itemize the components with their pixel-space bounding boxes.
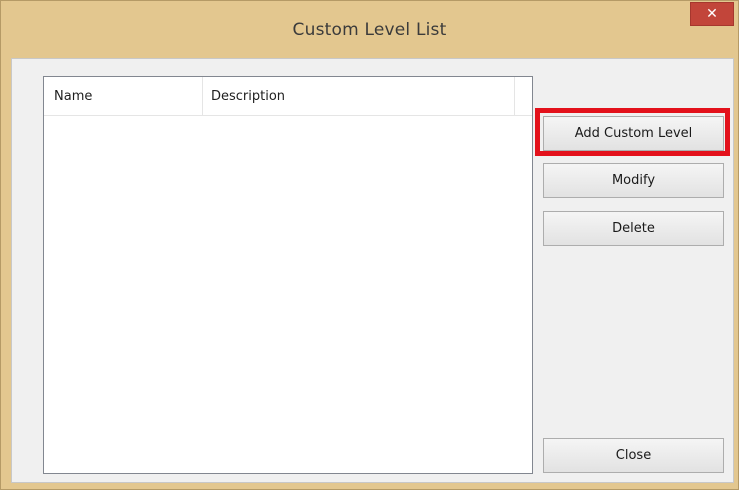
dialog-client-area: Name Description Add Custom Level Modify… [11,58,734,483]
modify-button[interactable]: Modify [543,163,724,198]
column-header-name[interactable]: Name [44,77,203,115]
list-header: Name Description [44,77,532,116]
highlight-box [535,108,730,156]
column-header-description[interactable]: Description [203,77,515,115]
delete-button[interactable]: Delete [543,211,724,246]
title-bar[interactable]: Custom Level List ✕ [1,1,738,61]
close-icon: ✕ [706,6,718,22]
custom-level-list[interactable]: Name Description [43,76,533,474]
window-title: Custom Level List [292,20,447,40]
close-button[interactable]: Close [543,438,724,473]
window-close-button[interactable]: ✕ [690,2,734,26]
dialog-window: Custom Level List ✕ Name Description Add… [0,0,739,490]
